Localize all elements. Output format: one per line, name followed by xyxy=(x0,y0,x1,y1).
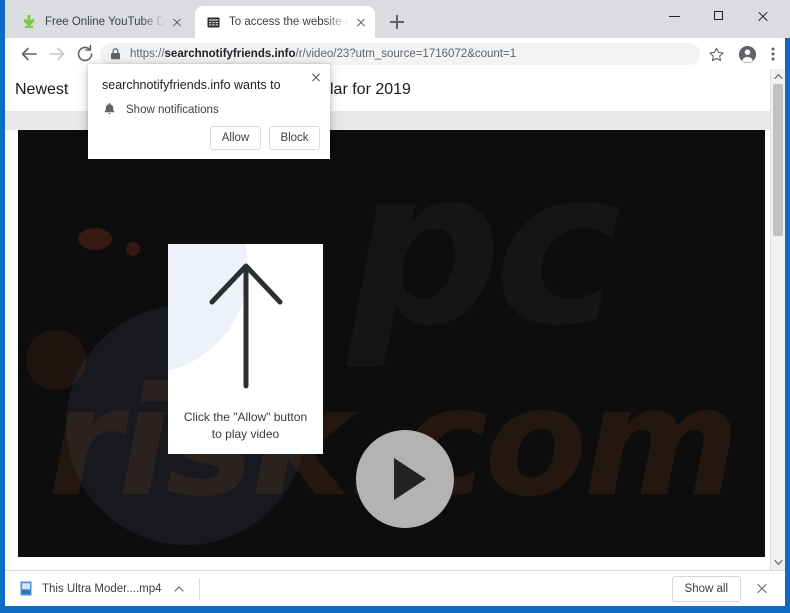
minimize-icon[interactable] xyxy=(653,0,697,32)
decorative-blob xyxy=(26,330,86,390)
tab-title: To access the website click the "A xyxy=(229,16,349,28)
three-dot-menu-icon[interactable] xyxy=(762,43,784,65)
page-title-left: Newest xyxy=(15,81,69,98)
dialog-title: searchnotifyfriends.info wants to xyxy=(102,78,281,92)
back-arrow-icon[interactable] xyxy=(17,42,41,66)
dialog-close-icon[interactable] xyxy=(308,69,324,85)
maximize-icon[interactable] xyxy=(697,0,741,32)
tab-to-access-the-website[interactable]: To access the website click the "A xyxy=(195,6,375,38)
decorative-blob xyxy=(78,228,112,250)
new-tab-button[interactable] xyxy=(385,10,409,34)
dark-page-icon xyxy=(205,14,221,30)
lock-icon xyxy=(110,48,122,60)
permission-option-label: Show notifications xyxy=(126,103,219,116)
url-path: /r/video/23?utm_source=1716072&count=1 xyxy=(295,48,517,60)
url-domain: searchnotifyfriends.info xyxy=(164,48,296,60)
tab-close-icon[interactable] xyxy=(353,14,369,30)
play-circle-icon[interactable] xyxy=(356,430,454,528)
block-button[interactable]: Block xyxy=(269,126,320,150)
tab-close-icon[interactable] xyxy=(169,14,185,30)
allow-instruction-card: Click the "Allow" button to play video xyxy=(168,244,323,454)
scrollbar-down-icon[interactable] xyxy=(771,555,785,570)
downloads-shelf: This Ultra Moder....mp4 Show all xyxy=(5,570,785,606)
avatar-icon[interactable] xyxy=(736,43,758,65)
scrollbar-up-icon[interactable] xyxy=(771,69,785,84)
notification-permission-dialog: searchnotifyfriends.info wants to Show n… xyxy=(88,64,330,159)
url-text: https://searchnotifyfriends.info/r/video… xyxy=(130,48,516,60)
allow-instruction-line1: Click the "Allow" button xyxy=(183,410,308,424)
star-icon[interactable] xyxy=(705,43,727,65)
reload-icon[interactable] xyxy=(73,42,97,66)
window-controls xyxy=(653,0,785,32)
tab-free-online-youtube-downloader[interactable]: Free Online YouTube Downloade xyxy=(11,6,191,38)
watermark-pc: pc xyxy=(348,140,613,355)
close-icon[interactable] xyxy=(741,0,785,32)
download-filename: This Ultra Moder....mp4 xyxy=(42,582,162,595)
tab-strip: Free Online YouTube Downloade To access … xyxy=(5,0,790,38)
download-arrow-icon xyxy=(21,14,37,30)
decorative-blob xyxy=(126,242,140,256)
browser-window: Free Online YouTube Downloade To access … xyxy=(0,0,790,613)
allow-instruction-text: Click the "Allow" button to play video xyxy=(184,409,307,444)
address-bar[interactable]: https://searchnotifyfriends.info/r/video… xyxy=(100,43,700,65)
dialog-actions: Allow Block xyxy=(210,126,320,150)
video-player[interactable]: pc risk.com Click the "Allow" button to … xyxy=(18,130,765,557)
shelf-divider xyxy=(198,577,200,600)
show-all-button[interactable]: Show all xyxy=(671,575,741,602)
dialog-permission-row: Show notifications xyxy=(102,102,219,117)
url-scheme: https:// xyxy=(130,48,165,60)
shelf-close-icon[interactable] xyxy=(753,580,771,598)
allow-instruction-line2: to play video xyxy=(211,427,280,442)
scrollbar-thumb[interactable] xyxy=(773,84,783,236)
bell-icon xyxy=(102,102,117,117)
forward-arrow-icon xyxy=(45,42,69,66)
file-icon xyxy=(19,581,33,597)
chevron-up-icon[interactable] xyxy=(173,583,185,595)
tab-title: Free Online YouTube Downloade xyxy=(45,16,165,28)
page-title-right: lar for 2019 xyxy=(330,81,411,98)
page-scrollbar[interactable] xyxy=(770,69,785,570)
up-arrow-icon xyxy=(198,258,294,395)
allow-button[interactable]: Allow xyxy=(210,126,261,150)
download-item[interactable]: This Ultra Moder....mp4 xyxy=(19,575,185,603)
